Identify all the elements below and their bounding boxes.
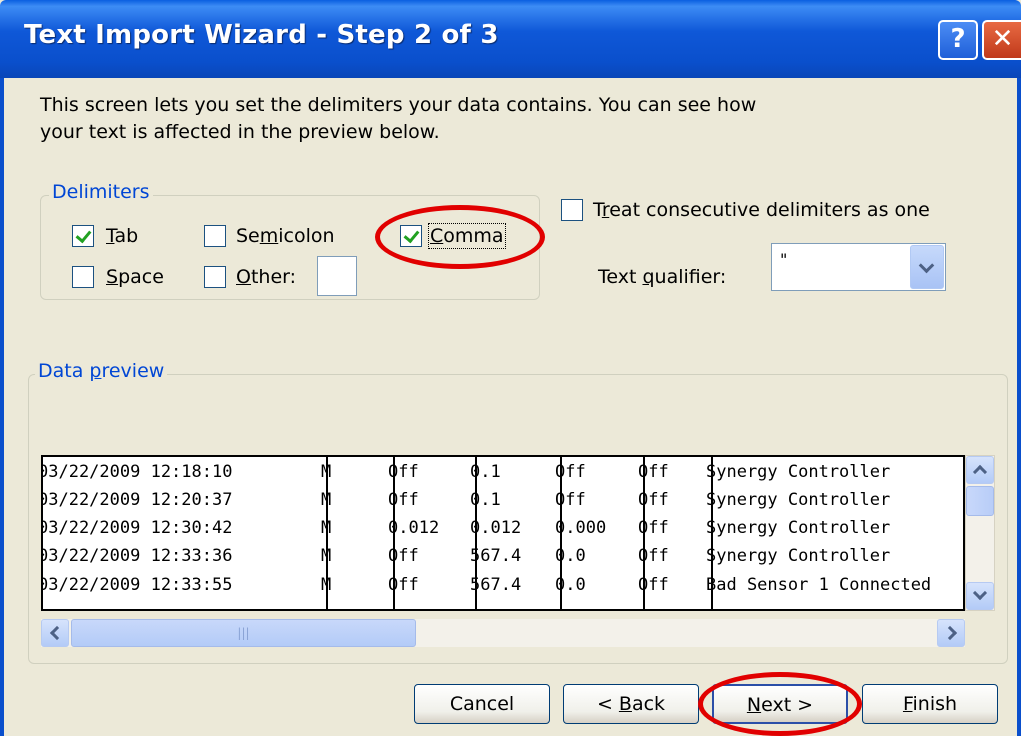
preview-cell: Bad Sensor 1 Connected xyxy=(706,575,932,595)
preview-cell: M xyxy=(321,462,332,482)
data-preview-legend: Data preview xyxy=(35,360,168,382)
horizontal-scroll-thumb[interactable]: ||| xyxy=(71,619,416,647)
scroll-left-icon[interactable] xyxy=(41,619,69,647)
intro-text: This screen lets you set the delimiters … xyxy=(40,94,757,143)
help-button[interactable]: ? xyxy=(938,20,978,60)
preview-cell: Off xyxy=(555,462,586,482)
preview-cell: 0.000 xyxy=(555,518,607,538)
preview-cell: 03/22/2009 12:30:42 xyxy=(41,518,233,538)
preview-cell: 03/22/2009 12:20:37 xyxy=(41,490,233,510)
preview-cell: Synergy Controller xyxy=(706,546,891,566)
comma-checkbox[interactable] xyxy=(400,225,422,247)
space-checkbox[interactable] xyxy=(72,266,94,288)
text-qualifier-label: Text qualifier: xyxy=(598,266,727,288)
preview-cell: 03/22/2009 12:33:36 xyxy=(41,546,233,566)
treat-consecutive-label[interactable]: Treat consecutive delimiters as one xyxy=(593,199,930,221)
other-delimiter-input[interactable] xyxy=(317,256,357,296)
preview-cell: M xyxy=(321,490,332,510)
tab-label[interactable]: Tab xyxy=(106,225,138,247)
preview-cell: Off xyxy=(638,490,669,510)
preview-cell: Synergy Controller xyxy=(706,490,891,510)
preview-cell: 567.4 xyxy=(470,575,522,595)
window-border-left xyxy=(0,78,4,736)
tab-checkbox[interactable] xyxy=(72,225,94,247)
comma-label[interactable]: Comma xyxy=(428,223,506,249)
vertical-scroll-thumb[interactable] xyxy=(966,486,994,516)
preview-cell: Off xyxy=(638,546,669,566)
preview-cell: Off xyxy=(388,575,419,595)
preview-cell: Synergy Controller xyxy=(706,462,891,482)
preview-cell: 03/22/2009 12:33:55 xyxy=(41,575,233,595)
preview-cell: Off xyxy=(388,490,419,510)
other-label[interactable]: Other: xyxy=(236,266,296,288)
preview-cell: 567.4 xyxy=(470,546,522,566)
preview-cell: M xyxy=(321,518,332,538)
next-button[interactable]: Next > xyxy=(712,684,848,724)
preview-cell: Off xyxy=(638,518,669,538)
preview-cell: Off xyxy=(388,462,419,482)
delimiters-legend: Delimiters xyxy=(49,181,153,203)
preview-cell: 0.012 xyxy=(388,518,440,538)
vertical-scrollbar[interactable] xyxy=(965,455,995,611)
preview-cell: 0.1 xyxy=(470,462,501,482)
horizontal-scrollbar[interactable]: ||| xyxy=(41,619,965,647)
preview-cell: 0.1 xyxy=(470,490,501,510)
window-border-right xyxy=(1017,78,1021,736)
semicolon-label[interactable]: Semicolon xyxy=(236,225,335,247)
chevron-down-icon[interactable] xyxy=(910,245,944,289)
scroll-right-icon[interactable] xyxy=(937,619,965,647)
preview-cell: Off xyxy=(555,490,586,510)
preview-cell: M xyxy=(321,575,332,595)
other-checkbox[interactable] xyxy=(204,266,226,288)
preview-cell: Synergy Controller xyxy=(706,518,891,538)
preview-cell: Off xyxy=(388,546,419,566)
treat-consecutive-checkbox[interactable] xyxy=(561,199,583,221)
preview-cell: Off xyxy=(638,575,669,595)
back-button[interactable]: < Back xyxy=(563,684,699,724)
preview-cell: 0.012 xyxy=(470,518,522,538)
text-qualifier-select[interactable]: " xyxy=(771,243,946,291)
data-preview-grid[interactable]: 03/22/2009 12:18:10 M Off 0.1 Off Off Synergy … xyxy=(41,455,965,611)
scroll-up-icon[interactable] xyxy=(966,456,994,484)
preview-cell: 0.0 xyxy=(555,575,586,595)
preview-cell: M xyxy=(321,546,332,566)
close-button[interactable]: ✕ xyxy=(982,20,1021,60)
preview-cell: 0.0 xyxy=(555,546,586,566)
semicolon-checkbox[interactable] xyxy=(204,225,226,247)
preview-cell: Off xyxy=(638,462,669,482)
title-bar[interactable]: Text Import Wizard - Step 2 of 3 ? ✕ xyxy=(0,0,1021,78)
scroll-down-icon[interactable] xyxy=(966,582,994,610)
space-label[interactable]: Space xyxy=(106,266,164,288)
window-title: Text Import Wizard - Step 2 of 3 xyxy=(24,20,499,50)
preview-cell: 03/22/2009 12:18:10 xyxy=(41,462,233,482)
finish-button[interactable]: Finish xyxy=(862,684,998,724)
cancel-button[interactable]: Cancel xyxy=(414,684,550,724)
text-qualifier-value: " xyxy=(780,250,788,269)
